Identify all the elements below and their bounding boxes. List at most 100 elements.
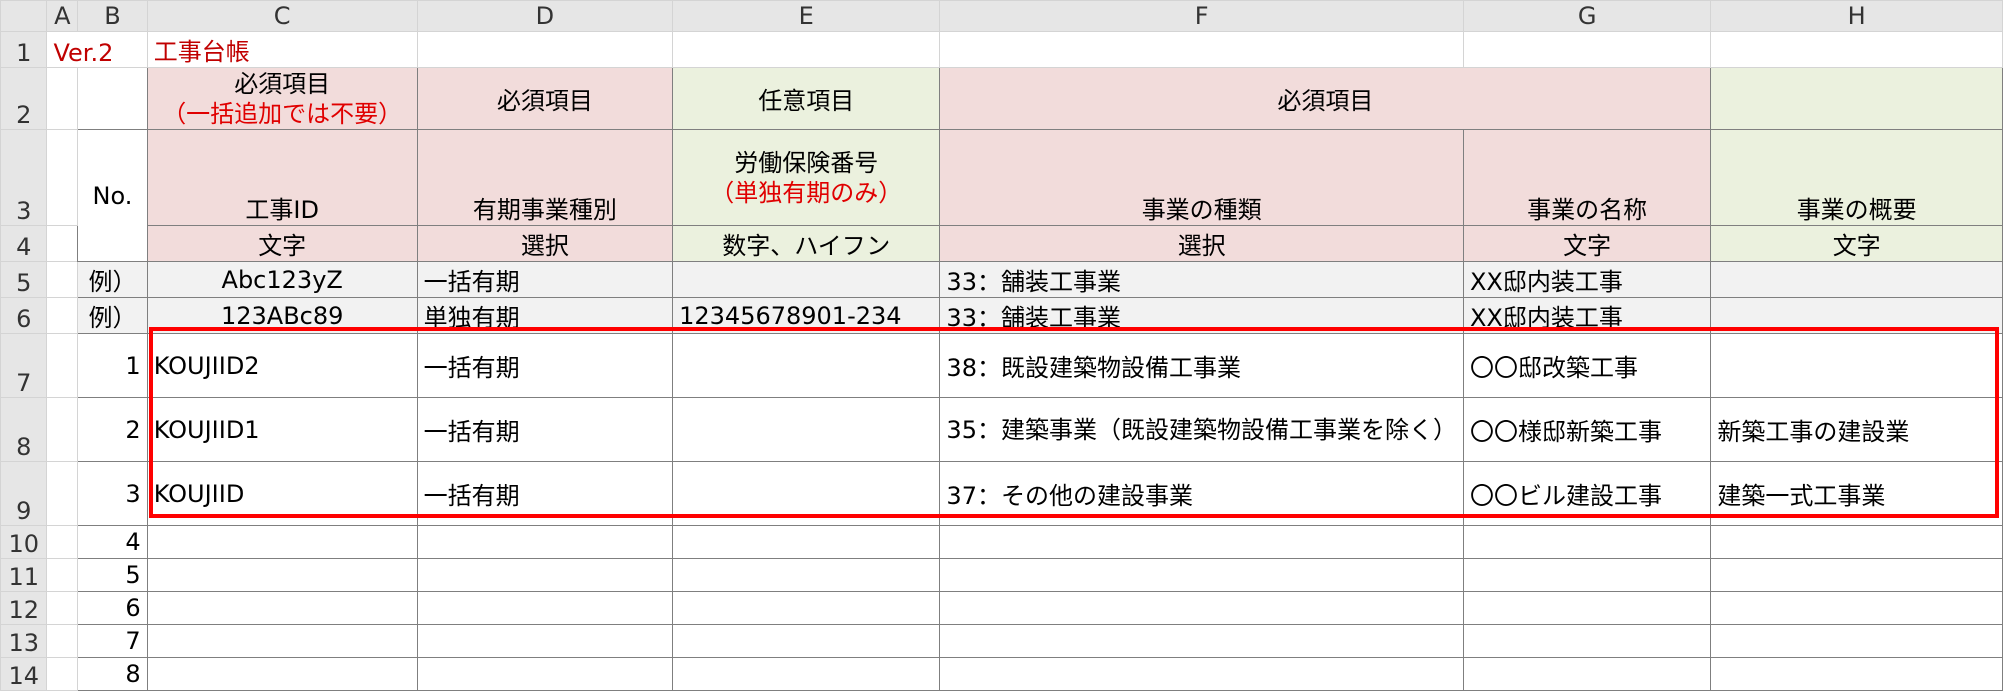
field-header-name[interactable]: 事業の名称 — [1462, 129, 1712, 226]
cell[interactable] — [77, 67, 148, 130]
row-header-11[interactable]: 11 — [0, 558, 48, 592]
example-no[interactable]: 例） — [77, 297, 148, 334]
row-header-3[interactable]: 3 — [0, 129, 48, 226]
row-header-9[interactable]: 9 — [0, 461, 48, 526]
cell[interactable] — [46, 67, 79, 130]
type-number-hyphen[interactable]: 数字、ハイフン — [672, 225, 941, 262]
business-summary[interactable]: 建築一式工事業 — [1710, 461, 2003, 526]
field-header-id[interactable]: 工事ID — [146, 129, 418, 226]
cell[interactable] — [46, 657, 79, 691]
construction-id[interactable]: KOUJIID — [146, 461, 418, 526]
example-no[interactable]: 例） — [77, 261, 148, 298]
example-summary[interactable] — [1710, 261, 2003, 298]
row-header-1[interactable]: 1 — [0, 31, 48, 68]
cell[interactable] — [1462, 525, 1712, 559]
row-no[interactable]: 7 — [77, 624, 148, 658]
business-type[interactable]: 38：既設建築物設備工事業 — [939, 333, 1464, 398]
cell[interactable] — [416, 31, 674, 68]
row-no[interactable]: 3 — [77, 461, 148, 526]
business-name[interactable]: 〇〇様邸新築工事 — [1462, 397, 1712, 462]
cell[interactable] — [1710, 591, 2003, 625]
insurance-number[interactable] — [672, 461, 941, 526]
cell[interactable] — [672, 525, 941, 559]
type-select[interactable]: 選択 — [939, 225, 1464, 262]
business-name[interactable]: 〇〇邸改築工事 — [1462, 333, 1712, 398]
cell[interactable] — [939, 31, 1464, 68]
row-header-7[interactable]: 7 — [0, 333, 48, 398]
cell[interactable] — [146, 657, 418, 691]
cell[interactable] — [416, 591, 674, 625]
row-no[interactable]: 5 — [77, 558, 148, 592]
type-select[interactable]: 選択 — [416, 225, 674, 262]
example-id[interactable]: 123ABc89 — [146, 297, 418, 334]
column-header-d[interactable]: D — [416, 0, 674, 32]
cell[interactable] — [416, 525, 674, 559]
row-no[interactable]: 1 — [77, 333, 148, 398]
business-type[interactable]: 37：その他の建設事業 — [939, 461, 1464, 526]
cell[interactable] — [146, 558, 418, 592]
required-header-c[interactable]: 必須項目 （一括追加では不要） — [146, 67, 418, 130]
construction-id[interactable]: KOUJIID2 — [146, 333, 418, 398]
row-header-8[interactable]: 8 — [0, 397, 48, 462]
business-summary[interactable]: 新築工事の建設業 — [1710, 397, 2003, 462]
cell[interactable] — [672, 558, 941, 592]
select-all-corner[interactable] — [0, 0, 48, 32]
field-header-kind[interactable]: 有期事業種別 — [416, 129, 674, 226]
example-insurance[interactable]: 12345678901-234 — [672, 297, 941, 334]
cell[interactable] — [1710, 525, 2003, 559]
type-text[interactable]: 文字 — [1462, 225, 1712, 262]
row-header-14[interactable]: 14 — [0, 657, 48, 691]
cell[interactable] — [46, 624, 79, 658]
cell[interactable] — [1462, 657, 1712, 691]
cell[interactable] — [672, 657, 941, 691]
no-header[interactable]: No. — [77, 129, 148, 262]
example-id[interactable]: Abc123yZ — [146, 261, 418, 298]
cell[interactable] — [672, 31, 941, 68]
column-header-f[interactable]: F — [939, 0, 1464, 32]
project-kind[interactable]: 一括有期 — [416, 397, 674, 462]
cell[interactable] — [1462, 624, 1712, 658]
business-name[interactable]: 〇〇ビル建設工事 — [1462, 461, 1712, 526]
cell[interactable] — [46, 397, 79, 462]
row-header-6[interactable]: 6 — [0, 297, 48, 334]
cell[interactable] — [146, 525, 418, 559]
row-header-4[interactable]: 4 — [0, 225, 48, 262]
cell[interactable] — [46, 261, 79, 298]
version-label[interactable]: Ver.2 — [46, 31, 148, 68]
construction-id[interactable]: KOUJIID1 — [146, 397, 418, 462]
optional-header-e[interactable]: 任意項目 — [672, 67, 941, 130]
field-header-insurance[interactable]: 労働保険番号 （単独有期のみ） — [672, 129, 941, 226]
cell[interactable] — [939, 657, 1464, 691]
cell[interactable] — [1710, 657, 2003, 691]
row-header-5[interactable]: 5 — [0, 261, 48, 298]
field-header-summary[interactable]: 事業の概要 — [1710, 129, 2003, 226]
cell[interactable] — [939, 525, 1464, 559]
project-kind[interactable]: 一括有期 — [416, 333, 674, 398]
cell[interactable] — [416, 558, 674, 592]
required-header-d[interactable]: 必須項目 — [416, 67, 674, 130]
cell[interactable] — [672, 624, 941, 658]
row-header-12[interactable]: 12 — [0, 591, 48, 625]
column-header-h[interactable]: H — [1710, 0, 2003, 32]
cell[interactable] — [46, 558, 79, 592]
cell[interactable] — [939, 558, 1464, 592]
type-text[interactable]: 文字 — [146, 225, 418, 262]
row-no[interactable]: 6 — [77, 591, 148, 625]
cell[interactable] — [46, 461, 79, 526]
type-text[interactable]: 文字 — [1710, 225, 2003, 262]
cell[interactable] — [939, 624, 1464, 658]
cell[interactable] — [146, 591, 418, 625]
cell[interactable] — [1462, 558, 1712, 592]
optional-header-h[interactable] — [1710, 67, 2003, 130]
cell[interactable] — [939, 591, 1464, 625]
row-no[interactable]: 2 — [77, 397, 148, 462]
cell[interactable] — [1462, 591, 1712, 625]
business-type[interactable]: 35：建築事業（既設建築物設備工事業を除く） — [939, 397, 1464, 462]
column-header-c[interactable]: C — [146, 0, 418, 32]
row-header-2[interactable]: 2 — [0, 67, 48, 130]
cell[interactable] — [146, 624, 418, 658]
column-header-e[interactable]: E — [672, 0, 941, 32]
ledger-title[interactable]: 工事台帳 — [146, 31, 418, 68]
cell[interactable] — [46, 225, 79, 262]
example-kind[interactable]: 一括有期 — [416, 261, 674, 298]
